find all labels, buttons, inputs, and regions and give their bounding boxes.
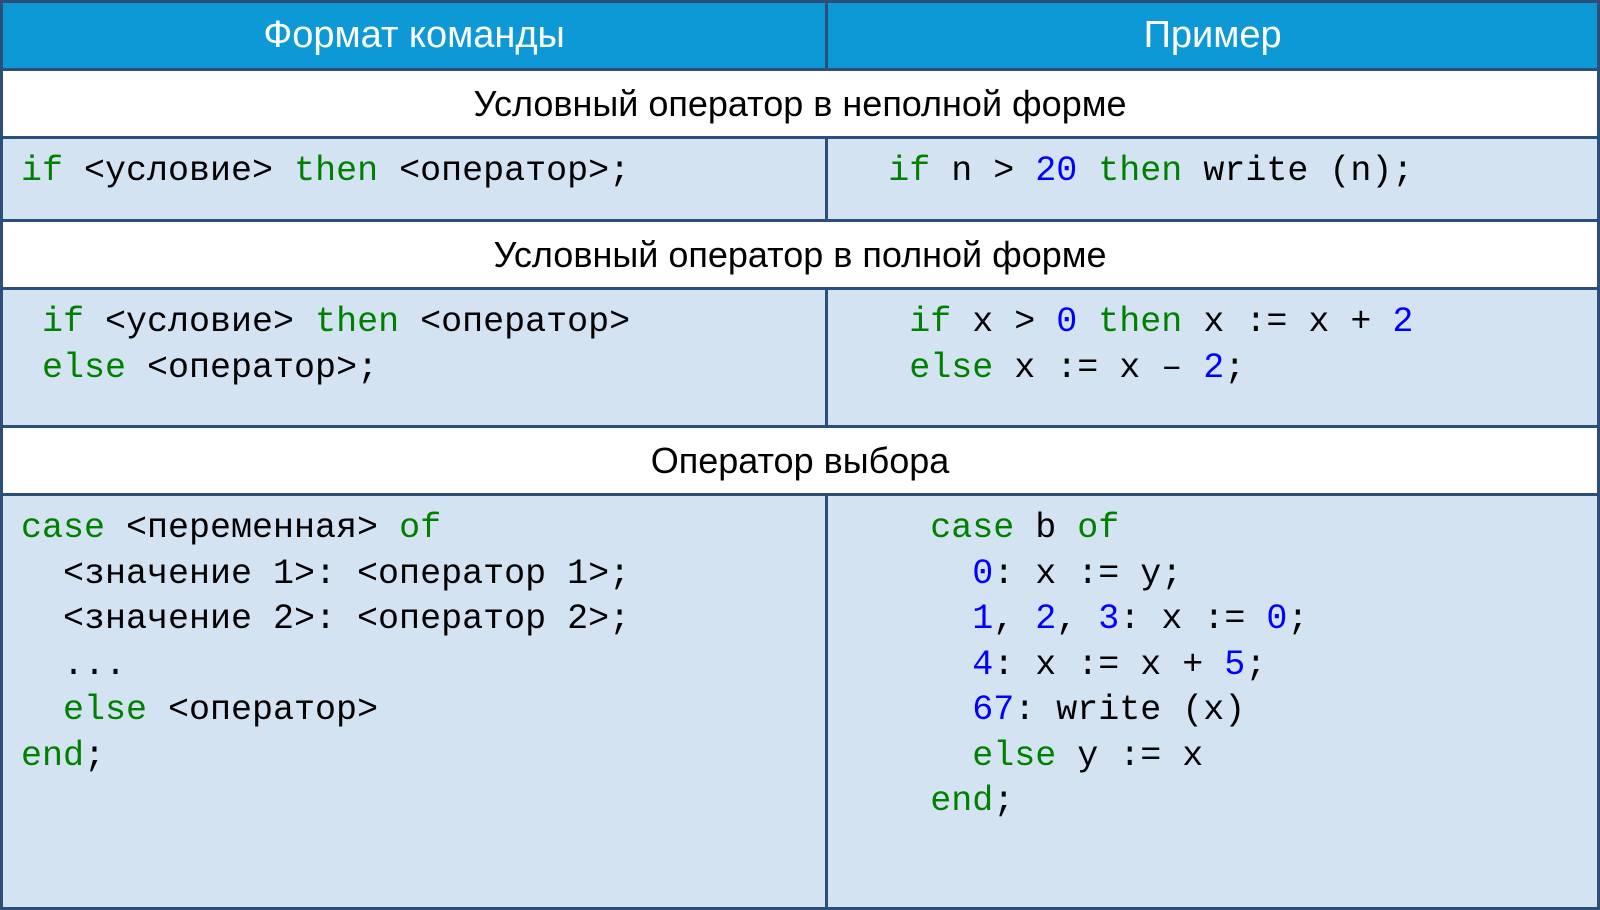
format-code-1: if <условие> then <оператор> else <опера… (2, 289, 827, 427)
format-code-0: if <условие> then <оператор>; (2, 138, 827, 221)
column-header-example: Пример (827, 2, 1599, 70)
operators-table: Формат команды Пример Условный оператор … (0, 0, 1600, 910)
section-title-2: Оператор выбора (2, 427, 1599, 495)
example-code-1: if x > 0 then x := x + 2 else x := x – 2… (827, 289, 1599, 427)
example-code-2: case b of 0: x := y; 1, 2, 3: x := 0; 4:… (827, 495, 1599, 909)
section-title-1: Условный оператор в полной форме (2, 221, 1599, 289)
example-code-0: if n > 20 then write (n); (827, 138, 1599, 221)
format-code-2: case <переменная> of <значение 1>: <опер… (2, 495, 827, 909)
section-title-0: Условный оператор в неполной форме (2, 70, 1599, 138)
column-header-format: Формат команды (2, 2, 827, 70)
